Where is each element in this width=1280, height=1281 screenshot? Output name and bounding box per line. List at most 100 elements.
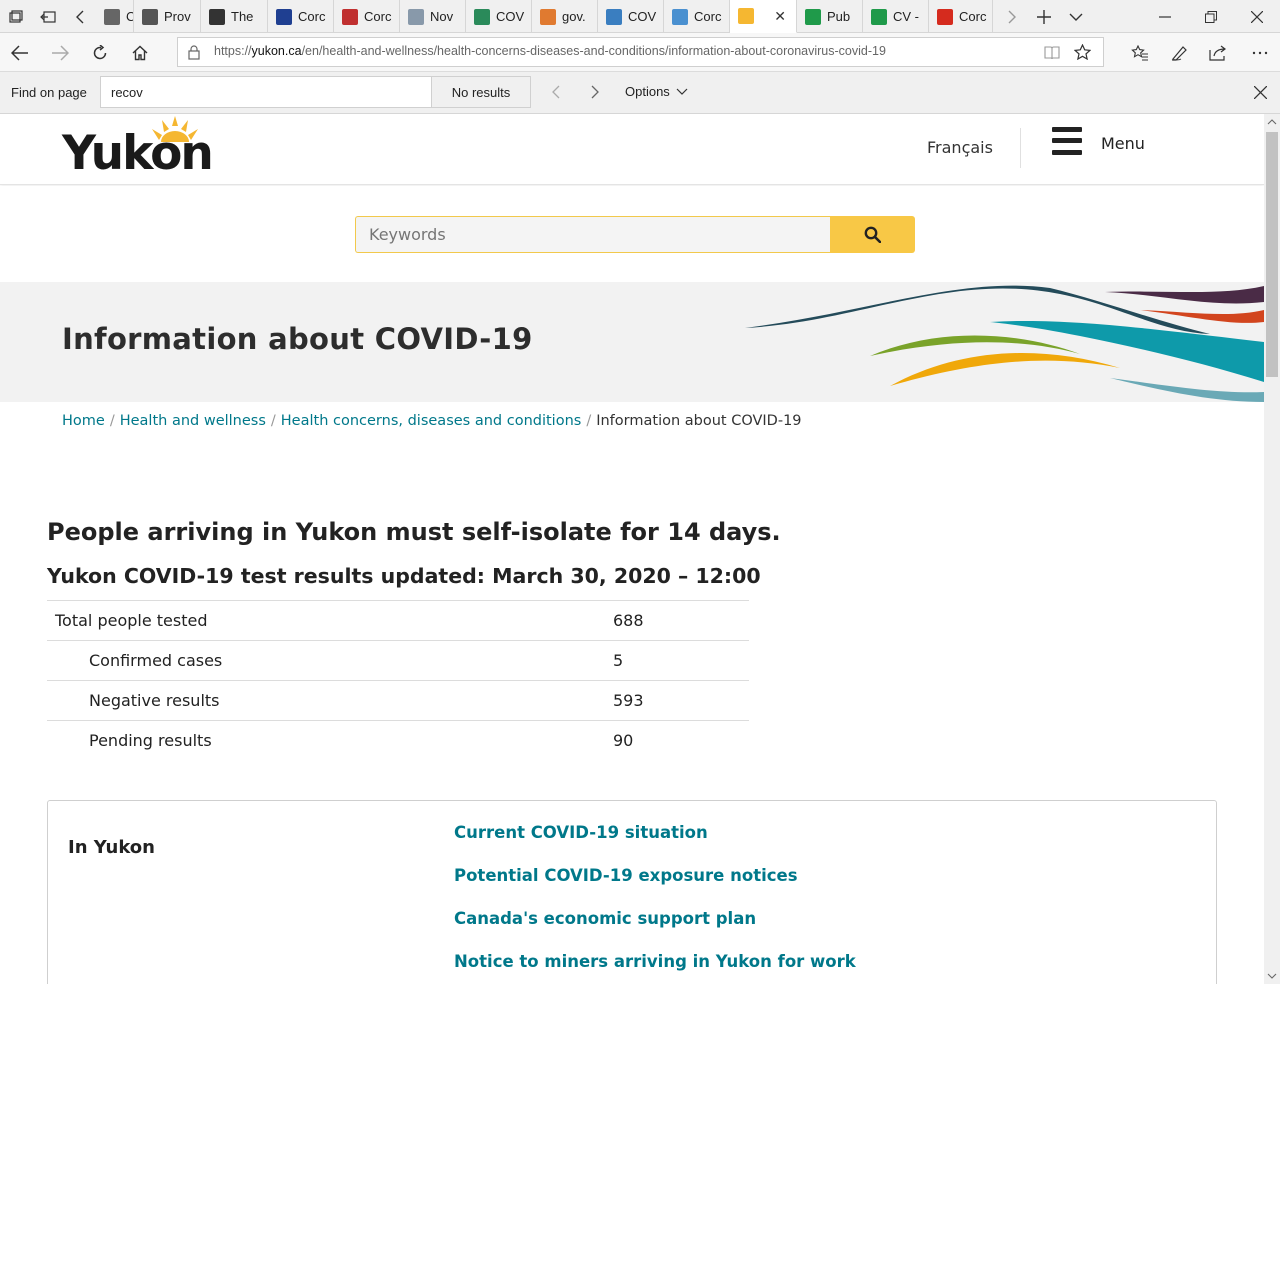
link-notice-to-miners[interactable]: Notice to miners arriving in Yukon for w… — [454, 952, 856, 971]
find-input[interactable]: recov — [100, 76, 432, 108]
chevron-down-icon — [677, 88, 688, 95]
browser-tab-active[interactable]: ✕ — [730, 0, 797, 33]
tab-label: gov. — [562, 9, 586, 24]
language-toggle-link[interactable]: Français — [927, 138, 993, 157]
browser-tab[interactable]: Corc — [929, 0, 993, 33]
breadcrumb-link-health-concerns[interactable]: Health concerns, diseases and conditions — [281, 413, 582, 429]
scrollbar-thumb[interactable] — [1266, 132, 1278, 377]
browser-tab[interactable]: COV — [466, 0, 532, 33]
tab-manager-icon[interactable] — [4, 0, 28, 33]
close-tab-icon[interactable]: ✕ — [774, 8, 786, 25]
site-header: Yukon Français Menu — [0, 114, 1264, 185]
link-economic-support-plan[interactable]: Canada's economic support plan — [454, 909, 756, 928]
set-aside-tabs-icon[interactable] — [36, 0, 60, 33]
find-on-page-bar: Find on page recov No results Options — [0, 72, 1280, 114]
browser-tab[interactable]: Nov — [400, 0, 466, 33]
forward-arrow-icon[interactable] — [40, 33, 80, 72]
breadcrumb-current: Information about COVID-19 — [596, 413, 802, 429]
link-exposure-notices[interactable]: Potential COVID-19 exposure notices — [454, 866, 798, 885]
tab-favicon-icon — [871, 8, 887, 25]
row-value-total-tested: 688 — [605, 600, 749, 641]
page-title: Information about COVID-19 — [62, 322, 533, 356]
browser-tab-bar: Case Prov The Corc Corc Nov COV gov. COV Corc ✕ Pub… — [0, 0, 1280, 33]
scroll-tabs-right-icon[interactable] — [1000, 0, 1024, 33]
scroll-tabs-left-icon[interactable] — [68, 0, 92, 33]
hamburger-icon — [1050, 126, 1082, 158]
minimize-icon[interactable] — [1150, 0, 1180, 33]
favorites-hub-icon[interactable] — [1120, 33, 1160, 72]
lock-icon — [188, 45, 200, 64]
pen-notes-icon[interactable] — [1160, 33, 1200, 72]
tab-favicon-icon — [606, 8, 622, 25]
search-icon — [864, 226, 881, 243]
page-scrollbar[interactable] — [1264, 114, 1280, 984]
refresh-icon[interactable] — [80, 33, 120, 72]
close-window-icon[interactable] — [1242, 0, 1272, 33]
breadcrumb-link-home[interactable]: Home — [62, 413, 105, 429]
address-bar: https://yukon.ca/en/health-and-wellness/… — [0, 33, 1280, 72]
browser-tab[interactable]: Prov — [134, 0, 201, 33]
breadcrumb: Home / Health and wellness / Health concerns… — [62, 413, 802, 429]
menu-button[interactable]: Menu — [1050, 126, 1160, 162]
list-item: Notice to miners arriving in Yukon for w… — [454, 952, 856, 984]
browser-tab[interactable]: CV - — [863, 0, 929, 33]
site-search-input[interactable] — [355, 216, 831, 253]
breadcrumb-link-health-and-wellness[interactable]: Health and wellness — [120, 413, 266, 429]
tab-favicon-icon — [672, 8, 688, 25]
link-current-situation[interactable]: Current COVID-19 situation — [454, 823, 708, 842]
logo-text: Yukon — [62, 126, 214, 181]
tab-favicon-icon — [474, 8, 490, 25]
tab-label: Corc — [364, 9, 392, 24]
restore-icon[interactable] — [1196, 0, 1226, 33]
yukon-logo[interactable]: Yukon — [62, 114, 222, 184]
browser-tab[interactable]: gov. — [532, 0, 598, 33]
row-value-confirmed: 5 — [605, 640, 749, 681]
list-item: Canada's economic support plan — [454, 909, 856, 952]
search-button[interactable] — [830, 216, 915, 253]
find-previous-icon[interactable] — [543, 80, 567, 104]
reading-view-icon[interactable] — [1044, 45, 1060, 64]
favorite-star-icon[interactable] — [1073, 43, 1092, 64]
breadcrumb-separator: / — [586, 413, 592, 429]
more-menu-icon[interactable] — [1240, 33, 1280, 72]
find-options-label: Options — [625, 84, 670, 99]
search-band — [0, 186, 1264, 282]
find-next-icon[interactable] — [583, 80, 607, 104]
in-yukon-links-box: In Yukon Current COVID-19 situation Pote… — [47, 800, 1217, 984]
url-field[interactable]: https://yukon.ca/en/health-and-wellness/… — [177, 37, 1104, 67]
new-tab-icon[interactable] — [1032, 0, 1056, 33]
page-hero: Information about COVID-19 — [0, 282, 1264, 402]
scroll-down-icon[interactable] — [1264, 968, 1280, 984]
browser-tab[interactable]: Corc — [664, 0, 730, 33]
close-find-icon[interactable] — [1248, 80, 1272, 104]
menu-label: Menu — [1101, 134, 1145, 153]
find-options-button[interactable]: Options — [625, 84, 688, 99]
browser-tab[interactable]: Pub — [797, 0, 863, 33]
browser-tab[interactable]: Case — [96, 0, 134, 33]
tab-label: CV - — [893, 9, 919, 24]
scroll-up-icon[interactable] — [1264, 114, 1280, 130]
browser-tab[interactable]: COV — [598, 0, 664, 33]
breadcrumb-separator: / — [270, 413, 276, 429]
list-item: Current COVID-19 situation — [454, 823, 856, 866]
back-arrow-icon[interactable] — [0, 33, 40, 72]
table-row: Pending results 90 — [47, 720, 749, 761]
test-results-table: Total people tested 688 Confirmed cases … — [47, 600, 749, 761]
url-text: https://yukon.ca/en/health-and-wellness/… — [214, 44, 886, 58]
home-icon[interactable] — [120, 33, 160, 72]
breadcrumb-separator: / — [109, 413, 115, 429]
tab-favicon-icon — [342, 8, 358, 25]
tab-label: Nov — [430, 9, 454, 24]
share-icon[interactable] — [1198, 33, 1238, 72]
browser-tab[interactable]: The — [201, 0, 268, 33]
tab-preview-chevron-icon[interactable] — [1064, 0, 1088, 33]
tab-favicon-icon — [142, 8, 158, 25]
table-row: Confirmed cases 5 — [47, 640, 749, 681]
row-label-negative: Negative results — [47, 680, 605, 721]
find-label: Find on page — [11, 85, 87, 100]
tab-favicon-icon — [937, 8, 953, 25]
table-row: Negative results 593 — [47, 680, 749, 721]
browser-tab[interactable]: Corc — [268, 0, 334, 33]
row-value-pending: 90 — [605, 720, 749, 761]
browser-tab[interactable]: Corc — [334, 0, 400, 33]
